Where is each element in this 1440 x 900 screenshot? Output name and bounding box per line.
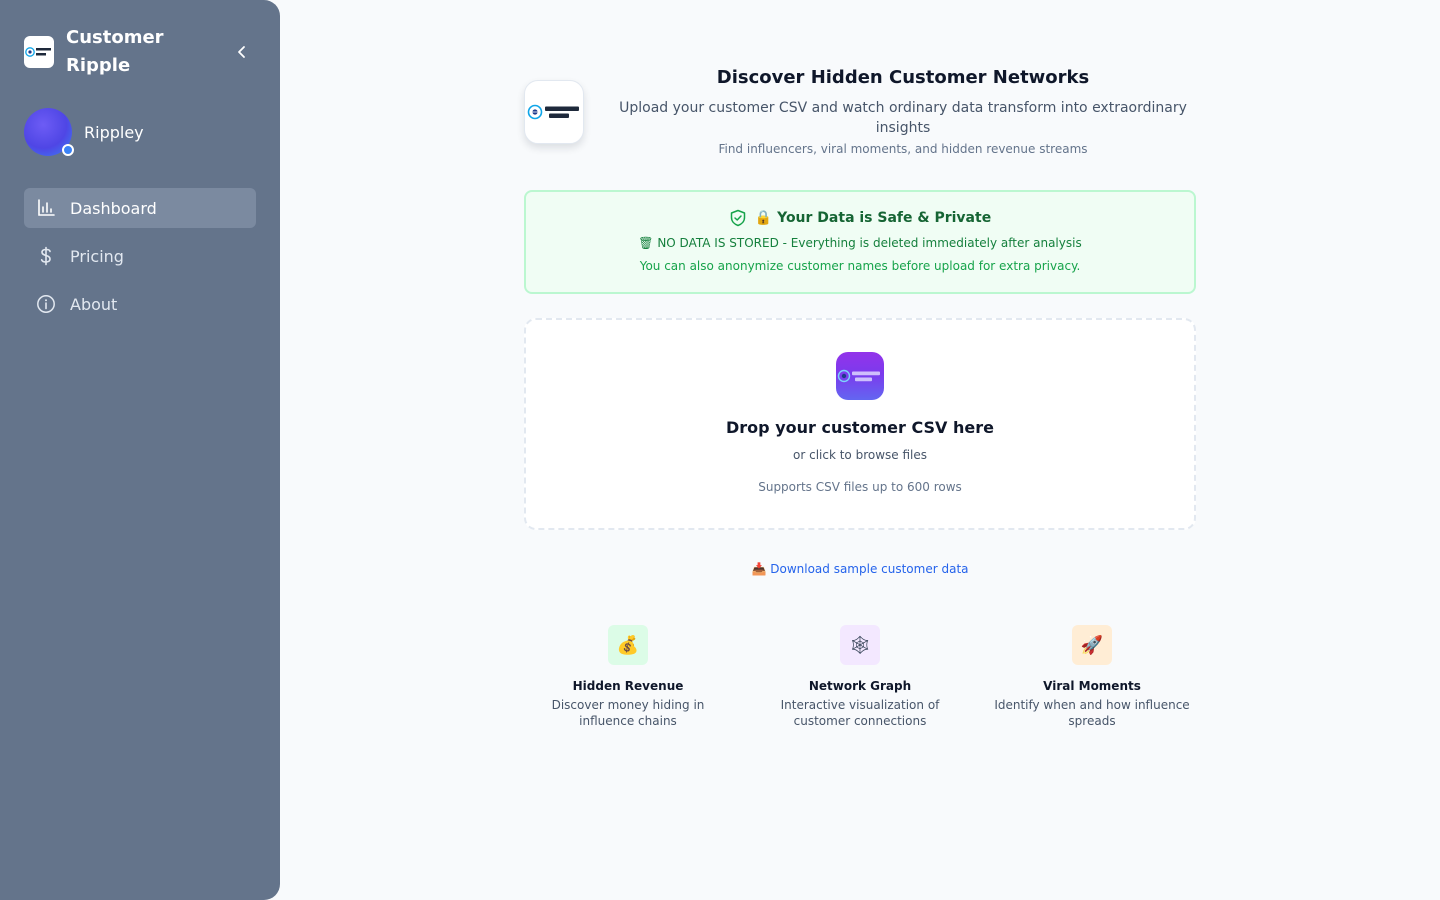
user-profile[interactable]: Rippley: [24, 108, 256, 156]
feature-description: Identify when and how influence spreads: [994, 698, 1190, 728]
sidebar-item-label: About: [70, 294, 118, 314]
shield-check-icon: [730, 209, 746, 227]
privacy-title-text: 🔒 Your Data is Safe & Private: [754, 210, 992, 226]
network-icon: 🕸: [840, 625, 880, 665]
page-title: Discover Hidden Customer Networks: [716, 67, 1090, 88]
feature-description: Discover money hiding in influence chain…: [551, 698, 705, 728]
online-status-indicator: [62, 144, 74, 156]
download-sample-link[interactable]: 📥 Download sample customer data: [751, 562, 968, 576]
hero-logo: [524, 80, 584, 144]
sidebar: Customer Ripple Rippley Dashboard Pricin…: [0, 0, 280, 900]
feature-title: Viral Moments: [1043, 679, 1141, 693]
avatar: [24, 108, 74, 156]
sidebar-item-pricing[interactable]: Pricing: [24, 236, 256, 276]
feature-hidden-revenue: 💰 Hidden Revenue Discover money hiding i…: [524, 625, 732, 729]
money-bag-icon: 💰: [608, 625, 648, 665]
feature-description: Interactive visualization of customer co…: [780, 698, 940, 728]
privacy-title: 🔒 Your Data is Safe & Private: [526, 206, 1194, 230]
hero-text: Discover Hidden Customer Networks Upload…: [610, 64, 1196, 158]
app-root: Customer Ripple Rippley Dashboard Pricin…: [0, 0, 1440, 900]
browse-files-text: or click to browse files: [793, 448, 927, 462]
privacy-notice: 🔒 Your Data is Safe & Private 🗑 NO DATA …: [524, 190, 1196, 294]
sidebar-item-dashboard[interactable]: Dashboard: [24, 188, 256, 228]
main-content: Discover Hidden Customer Networks Upload…: [524, 64, 1196, 729]
chevron-left-icon: [238, 46, 245, 58]
ripple-logo-icon: [25, 47, 51, 57]
csv-drop-zone[interactable]: Drop your customer CSV here or click to …: [524, 318, 1196, 530]
sidebar-item-label: Pricing: [70, 246, 124, 266]
feature-title: Hidden Revenue: [572, 679, 684, 693]
feature-title: Network Graph: [808, 679, 912, 693]
ripple-logo-icon: [527, 104, 579, 120]
collapse-sidebar-button[interactable]: [232, 42, 252, 62]
file-limit-note: Supports CSV files up to 600 rows: [758, 480, 962, 494]
features-grid: 💰 Hidden Revenue Discover money hiding i…: [524, 625, 1196, 729]
bar-chart-icon: [38, 199, 55, 216]
info-icon: [37, 295, 55, 313]
brand: Customer Ripple: [24, 24, 256, 80]
upload-logo-icon: [836, 352, 884, 400]
rocket-icon: 🚀: [1072, 625, 1112, 665]
hero-subtitle: Upload your customer CSV and watch ordin…: [619, 100, 1187, 136]
ripple-logo-icon: [837, 369, 880, 383]
feature-viral-moments: 🚀 Viral Moments Identify when and how in…: [988, 625, 1196, 729]
dollar-icon: [40, 246, 51, 266]
sidebar-item-label: Dashboard: [70, 198, 157, 218]
brand-title: Customer Ripple: [66, 27, 164, 76]
sample-data-container: 📥 Download sample customer data: [524, 558, 1196, 577]
drop-zone-title: Drop your customer CSV here: [726, 418, 994, 437]
privacy-anonymize-text: You can also anonymize customer names be…: [639, 259, 1081, 273]
hero-tagline: Find influencers, viral moments, and hid…: [718, 142, 1088, 156]
sidebar-item-about[interactable]: About: [24, 284, 256, 324]
brand-logo: [24, 36, 54, 68]
feature-network-graph: 🕸 Network Graph Interactive visualizatio…: [756, 625, 964, 729]
privacy-no-storage-text: 🗑 NO DATA IS STORED - Everything is dele…: [638, 236, 1082, 250]
user-name: Rippley: [84, 122, 144, 142]
sidebar-nav: Dashboard Pricing About: [24, 188, 256, 324]
hero-section: Discover Hidden Customer Networks Upload…: [524, 64, 1196, 158]
